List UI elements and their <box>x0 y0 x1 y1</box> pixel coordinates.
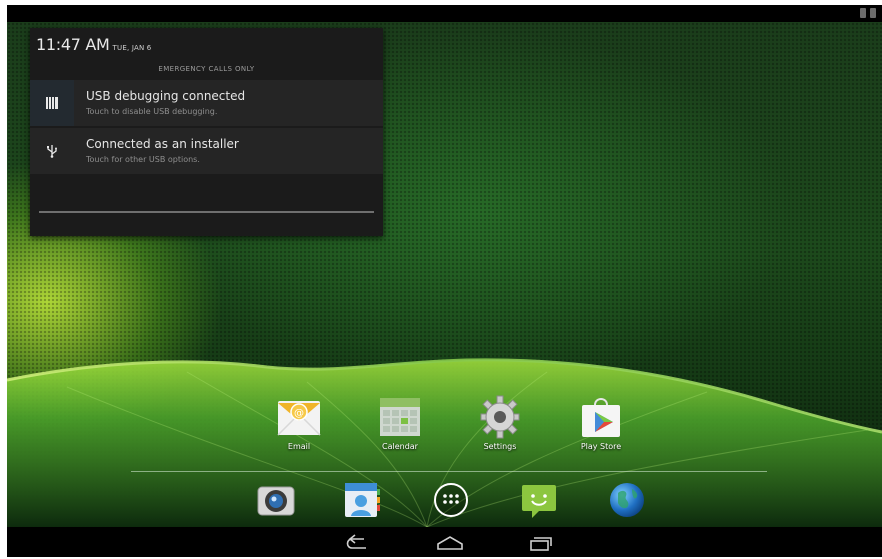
play-store-icon <box>578 395 624 439</box>
app-label: Email <box>287 442 311 451</box>
tablet-screen: 11:47 AM TUE, JAN 6 EMERGENCY CALLS ONLY … <box>7 5 882 557</box>
battery-icon <box>860 8 866 18</box>
status-icons <box>860 8 876 18</box>
app-settings[interactable]: Settings <box>465 395 535 451</box>
status-bar[interactable] <box>7 5 882 22</box>
notification-usb-debugging[interactable]: USB debugging connected Touch to disable… <box>30 80 383 126</box>
dock-camera[interactable] <box>255 479 297 521</box>
notification-title: USB debugging connected <box>86 89 246 103</box>
calendar-icon <box>377 395 423 439</box>
app-label: Calendar <box>382 442 418 451</box>
notification-usb-installer[interactable]: Connected as an installer Touch for othe… <box>30 128 383 174</box>
email-icon: @ <box>276 395 322 439</box>
app-calendar[interactable]: Calendar <box>365 395 435 451</box>
dock-people[interactable] <box>340 479 382 521</box>
notification-header: 11:47 AM TUE, JAN 6 <box>36 35 151 57</box>
dock-messaging[interactable] <box>518 479 560 521</box>
usb-icon <box>30 128 74 174</box>
dock-browser[interactable] <box>606 479 648 521</box>
signal-icon <box>870 8 876 18</box>
usb-debug-icon <box>30 80 74 126</box>
app-email[interactable]: @ Email <box>264 395 334 451</box>
app-label: Play Store <box>580 442 622 451</box>
people-icon <box>345 483 380 517</box>
notification-shade[interactable]: 11:47 AM TUE, JAN 6 EMERGENCY CALLS ONLY … <box>30 28 383 236</box>
shade-drag-handle[interactable] <box>39 211 374 213</box>
settings-gear-icon <box>477 395 523 439</box>
home-icon <box>437 536 463 550</box>
dock-all-apps[interactable] <box>430 479 472 521</box>
app-label: Settings <box>483 442 517 451</box>
clock-time: 11:47 AM <box>36 35 110 54</box>
recent-apps-icon <box>530 537 552 551</box>
svg-text:@: @ <box>294 408 304 419</box>
browser-globe-icon <box>610 483 644 517</box>
messaging-icon <box>522 485 556 518</box>
camera-icon <box>257 486 295 516</box>
carrier-status: EMERGENCY CALLS ONLY <box>158 65 255 73</box>
back-arrow-icon <box>346 534 366 549</box>
notification-subtitle: Touch to disable USB debugging. <box>86 107 218 116</box>
dock-divider <box>131 471 767 472</box>
home-button[interactable] <box>433 533 467 553</box>
back-button[interactable] <box>340 533 374 553</box>
notification-subtitle: Touch for other USB options. <box>86 155 200 164</box>
recent-apps-button[interactable] <box>523 533 557 553</box>
all-apps-icon <box>434 483 468 517</box>
navigation-bar <box>7 527 882 557</box>
clock-date: TUE, JAN 6 <box>112 44 152 52</box>
app-play-store[interactable]: Play Store <box>566 395 636 451</box>
notification-title: Connected as an installer <box>86 137 239 151</box>
